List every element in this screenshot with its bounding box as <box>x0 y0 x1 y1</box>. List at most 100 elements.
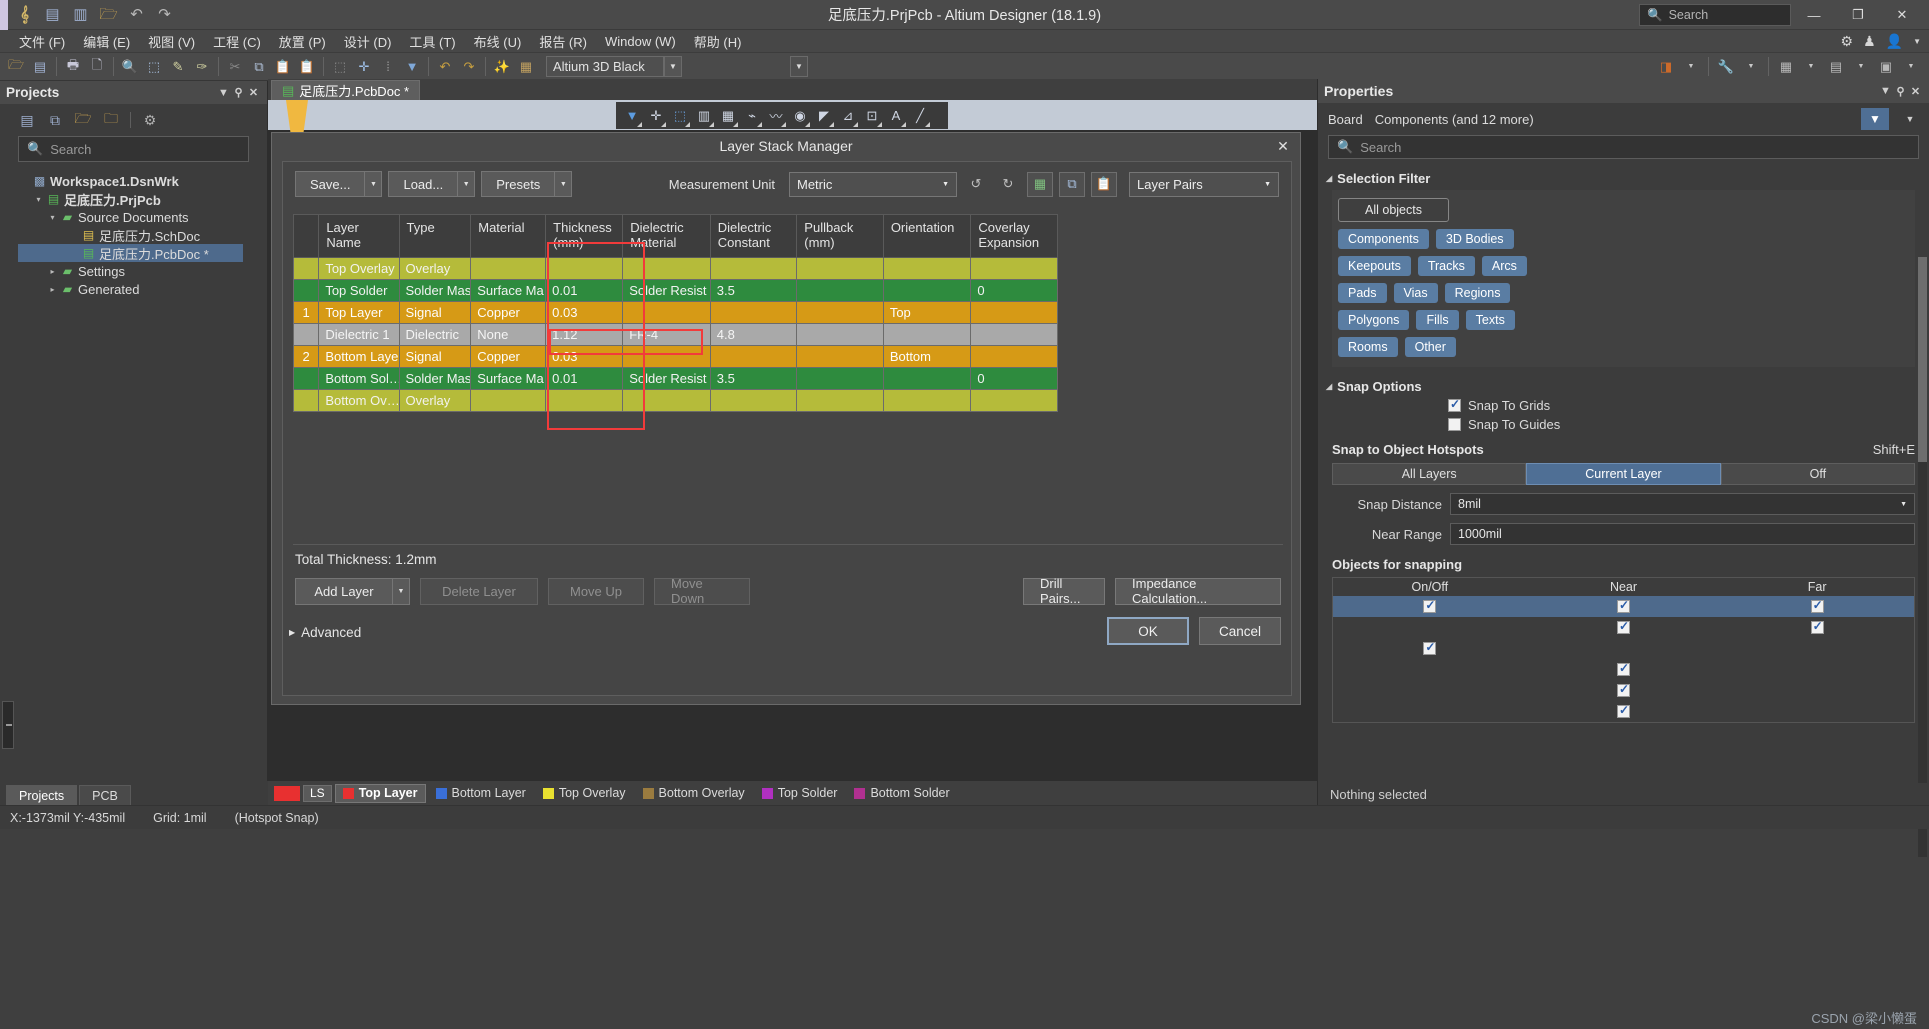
layers-icon[interactable]: ▤ <box>1825 56 1847 78</box>
tree-expander[interactable]: ▸ <box>46 267 59 276</box>
bar-chart-icon[interactable]: ▥ <box>693 105 715 127</box>
col-type[interactable]: Type <box>399 215 471 258</box>
filter-icon[interactable]: ▼ <box>1861 108 1889 130</box>
snap-to-guides-checkbox[interactable] <box>1448 418 1461 431</box>
filter-icon[interactable]: ▼ <box>621 105 643 127</box>
save-button[interactable]: Save... ▼ <box>295 171 382 197</box>
cell-type[interactable]: Signal <box>399 301 471 323</box>
filter-arcs[interactable]: Arcs <box>1482 256 1527 276</box>
chevron-down-icon[interactable]: ▼ <box>1850 56 1872 78</box>
layer-stack-table-wrap[interactable]: Layer Name Type Material Thickness (mm) … <box>293 214 1283 544</box>
cell-dielectric-material[interactable] <box>623 389 711 411</box>
wand-icon[interactable]: ✨ <box>491 56 513 78</box>
snap-onoff-checkbox[interactable] <box>1423 600 1436 613</box>
panels-icon[interactable]: ▣ <box>1875 56 1897 78</box>
minimize-button[interactable]: — <box>1793 1 1835 29</box>
snap-table-row[interactable] <box>1333 638 1914 659</box>
redo-icon[interactable]: ↻ <box>995 172 1021 197</box>
menu-edit[interactable]: 编辑 (E) <box>74 30 139 53</box>
paste-icon[interactable]: 📋 <box>272 56 294 78</box>
col-dielectric-material[interactable]: Dielectric Material <box>623 215 711 258</box>
cell-dielectric-material[interactable] <box>623 257 711 279</box>
menu-file[interactable]: 文件 (F) <box>10 30 74 53</box>
copy-icon[interactable]: ⧉ <box>248 56 270 78</box>
snap-near-checkbox[interactable] <box>1617 600 1630 613</box>
layer-tab-top-solder[interactable]: Top Solder <box>755 784 845 803</box>
cell-material[interactable]: Copper <box>471 345 546 367</box>
cell-dielectric-material[interactable]: FR-4 <box>623 323 711 345</box>
cell-layer-name[interactable]: Bottom Sol… <box>319 367 399 389</box>
components-label[interactable]: Components (and 12 more) <box>1375 112 1849 127</box>
tree-item-workspace[interactable]: ▩ Workspace1.DsnWrk <box>18 172 267 190</box>
tree-item-project[interactable]: ▾ ▤ 足底压力.PrjPcb <box>18 190 267 208</box>
gear-icon[interactable]: ⚙ <box>1841 33 1854 50</box>
layer-pairs-select[interactable]: Layer Pairs ▼ <box>1129 172 1279 197</box>
tree-item-settings[interactable]: ▸ ▰ Settings <box>18 262 267 280</box>
line-icon[interactable]: ╱ <box>909 105 931 127</box>
filter-3d-bodies[interactable]: 3D Bodies <box>1436 229 1514 249</box>
snap-near-checkbox[interactable] <box>1617 705 1630 718</box>
cell-dielectric-constant[interactable] <box>710 389 797 411</box>
stackup-icon[interactable]: ▦ <box>1027 172 1053 197</box>
net-icon[interactable]: 〰 <box>765 105 787 127</box>
cell-material[interactable] <box>471 257 546 279</box>
cell-coverlay[interactable] <box>971 389 1058 411</box>
table-row[interactable]: Top Solder Solder Mas… Surface Ma… 0.01 … <box>294 279 1058 301</box>
filter-all-objects[interactable]: All objects <box>1338 198 1449 222</box>
via-icon[interactable]: ◉ <box>789 105 811 127</box>
restore-button[interactable]: ❐ <box>1837 1 1879 29</box>
seg-all-layers[interactable]: All Layers <box>1332 463 1526 485</box>
cell-coverlay[interactable]: 0 <box>971 279 1058 301</box>
polygon-icon[interactable]: ◤ <box>813 105 835 127</box>
chevron-down-icon[interactable]: ▼ <box>1800 56 1822 78</box>
cell-dielectric-material[interactable] <box>623 301 711 323</box>
print-preview-icon[interactable]: 🗋 <box>86 56 108 78</box>
chevron-down-icon[interactable]: ▼ <box>393 578 410 605</box>
col-dielectric-constant[interactable]: Dielectric Constant <box>710 215 797 258</box>
user-icon[interactable]: 👤 <box>1886 33 1903 50</box>
seg-current-layer[interactable]: Current Layer <box>1526 463 1720 485</box>
cell-orientation[interactable]: Bottom <box>883 345 971 367</box>
table-row[interactable]: 1 Top Layer Signal Copper 0.03 Top <box>294 301 1058 323</box>
titlebar-quick-access[interactable]: 𝄞 ▤ ▥ 🗁 ↶ ↷ <box>8 4 175 25</box>
filter-other[interactable]: Other <box>1405 337 1456 357</box>
chevron-down-icon[interactable]: ▼ <box>1680 56 1702 78</box>
cell-type[interactable]: Overlay <box>399 257 471 279</box>
grid-icon[interactable]: ▦ <box>1775 56 1797 78</box>
cell-layer-name[interactable]: Top Solder <box>319 279 399 301</box>
cell-coverlay[interactable] <box>971 345 1058 367</box>
menu-place[interactable]: 放置 (P) <box>270 30 335 53</box>
menu-window[interactable]: Window (W) <box>596 32 685 51</box>
col-material[interactable]: Material <box>471 215 546 258</box>
snap-to-grids-checkbox[interactable] <box>1448 399 1461 412</box>
tree-item-generated[interactable]: ▸ ▰ Generated <box>18 280 267 298</box>
board-label[interactable]: Board <box>1328 112 1363 127</box>
cell-dielectric-material[interactable]: Solder Resist <box>623 367 711 389</box>
redo-icon[interactable]: ↷ <box>458 56 480 78</box>
ok-button[interactable]: OK <box>1107 617 1189 645</box>
near-range-input[interactable]: 1000mil <box>1450 523 1915 545</box>
chevron-down-icon[interactable]: ▼ <box>1913 37 1921 46</box>
save-icon[interactable]: ▤ <box>42 4 63 25</box>
filter-tracks[interactable]: Tracks <box>1418 256 1475 276</box>
text-icon[interactable]: A <box>885 105 907 127</box>
filter-pan-icon[interactable]: ✑ <box>191 56 213 78</box>
filter-vias[interactable]: Vias <box>1394 283 1438 303</box>
properties-scrollbar[interactable] <box>1918 257 1927 857</box>
measurement-unit-select[interactable]: Metric ▼ <box>789 172 957 197</box>
snap-distance-input[interactable]: 8mil ▼ <box>1450 493 1915 515</box>
impedance-calculation-button[interactable]: Impedance Calculation... <box>1115 578 1281 605</box>
projects-search-input[interactable]: 🔍 Search <box>18 136 249 162</box>
cell-thickness[interactable]: 1.12 <box>546 323 623 345</box>
filter-regions[interactable]: Regions <box>1445 283 1511 303</box>
cell-type[interactable]: Signal <box>399 345 471 367</box>
menu-tools[interactable]: 工具 (T) <box>400 30 464 53</box>
wrench-icon[interactable]: 🔧 <box>1715 56 1737 78</box>
layer-color-chip[interactable] <box>274 786 300 801</box>
cell-pullback[interactable] <box>797 367 884 389</box>
chevron-down-icon[interactable]: ▼ <box>1900 501 1907 508</box>
undo-icon[interactable]: ↶ <box>434 56 456 78</box>
table-row[interactable]: Bottom Ov… Overlay <box>294 389 1058 411</box>
open-icon[interactable]: 🗁 <box>5 56 27 78</box>
chevron-down-icon[interactable]: ▼ <box>1740 56 1762 78</box>
